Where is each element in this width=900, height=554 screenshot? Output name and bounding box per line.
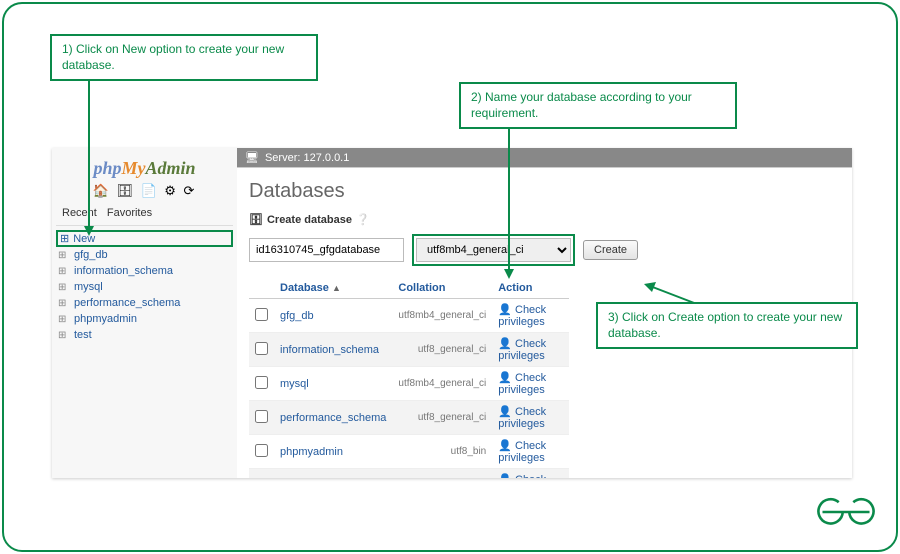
expander-icon[interactable]: ⊞ bbox=[58, 266, 70, 277]
table-row: mysqlutf8mb4_general_ci👤 Check privilege… bbox=[249, 367, 569, 401]
tree-new[interactable]: ⊞ New bbox=[56, 230, 233, 247]
help-icon[interactable]: ❔ bbox=[356, 213, 370, 226]
tree-item-mysql[interactable]: ⊞mysql bbox=[56, 279, 233, 295]
tree-item-information_schema[interactable]: ⊞information_schema bbox=[56, 263, 233, 279]
db-name-link[interactable]: information_schema bbox=[274, 333, 392, 367]
tree-item-gfg_db[interactable]: ⊞gfg_db bbox=[56, 247, 233, 263]
add-db-icon: 🗄 bbox=[249, 213, 263, 226]
tree-item-performance_schema[interactable]: ⊞performance_schema bbox=[56, 295, 233, 311]
expander-icon[interactable]: ⊞ bbox=[58, 282, 70, 293]
expander-icon[interactable]: ⊞ bbox=[58, 314, 70, 325]
server-label: Server: 127.0.0.1 bbox=[265, 152, 349, 164]
table-row: phpmyadminutf8_bin👤 Check privileges bbox=[249, 435, 569, 469]
callout-2-text: 2) Name your database according to your … bbox=[471, 90, 692, 120]
callout-1-text: 1) Click on New option to create your ne… bbox=[62, 42, 284, 72]
row-checkbox[interactable] bbox=[255, 478, 268, 479]
geeksforgeeks-logo bbox=[816, 495, 876, 538]
col-database[interactable]: Database ▲ bbox=[274, 278, 392, 299]
privileges-icon: 👤 bbox=[498, 338, 512, 350]
table-row: information_schemautf8_general_ci👤 Check… bbox=[249, 333, 569, 367]
db-name-link[interactable]: performance_schema bbox=[274, 401, 392, 435]
db-name-link[interactable]: mysql bbox=[274, 367, 392, 401]
favorites-tab[interactable]: Favorites bbox=[107, 207, 152, 219]
sidebar: phpMyAdmin 🏠 🗄 📄 ⚙ ⟳ Recent Favorites ⊞ … bbox=[52, 148, 237, 478]
database-table: Database ▲ Collation Action gfg_dbutf8mb… bbox=[249, 278, 569, 478]
row-checkbox[interactable] bbox=[255, 444, 268, 457]
row-checkbox[interactable] bbox=[255, 410, 268, 423]
recent-tab[interactable]: Recent bbox=[62, 207, 97, 219]
callout-step-3: 3) Click on Create option to create your… bbox=[596, 302, 858, 349]
privileges-icon: 👤 bbox=[498, 474, 512, 478]
create-db-form: utf8mb4_general_ci Create bbox=[249, 234, 840, 266]
tutorial-frame: 1) Click on New option to create your ne… bbox=[2, 2, 898, 552]
table-row: gfg_dbutf8mb4_general_ci👤 Check privileg… bbox=[249, 299, 569, 333]
server-icon: 🖥 bbox=[245, 151, 259, 164]
create-db-heading: 🗄 Create database ❔ bbox=[249, 213, 840, 226]
tree-item-test[interactable]: ⊞test bbox=[56, 327, 233, 343]
sort-asc-icon: ▲ bbox=[332, 283, 341, 293]
table-row: performance_schemautf8_general_ci👤 Check… bbox=[249, 401, 569, 435]
db-collation: utf8_general_ci bbox=[392, 401, 492, 435]
privileges-icon: 👤 bbox=[498, 372, 512, 384]
tree-item-phpmyadmin[interactable]: ⊞phpmyadmin bbox=[56, 311, 233, 327]
table-row: testlatin1_swedish_ci👤 Check privileges bbox=[249, 469, 569, 479]
tree-new-label: New bbox=[73, 233, 95, 245]
row-checkbox[interactable] bbox=[255, 342, 268, 355]
create-button[interactable]: Create bbox=[583, 240, 638, 260]
row-checkbox[interactable] bbox=[255, 376, 268, 389]
new-tree-icon: ⊞ bbox=[60, 232, 69, 245]
expander-icon[interactable]: ⊞ bbox=[58, 298, 70, 309]
db-collation: utf8mb4_general_ci bbox=[392, 367, 492, 401]
callout-3-text: 3) Click on Create option to create your… bbox=[608, 310, 842, 340]
col-action: Action bbox=[492, 278, 569, 299]
col-collation[interactable]: Collation bbox=[392, 278, 492, 299]
collation-select[interactable]: utf8mb4_general_ci bbox=[416, 238, 571, 262]
callout-step-1: 1) Click on New option to create your ne… bbox=[50, 34, 318, 81]
page-title: Databases bbox=[249, 180, 840, 203]
db-collation: utf8mb4_general_ci bbox=[392, 299, 492, 333]
db-collation: latin1_swedish_ci bbox=[392, 469, 492, 479]
callout-step-2: 2) Name your database according to your … bbox=[459, 82, 737, 129]
db-collation: utf8_general_ci bbox=[392, 333, 492, 367]
privileges-icon: 👤 bbox=[498, 440, 512, 452]
db-name-link[interactable]: test bbox=[274, 469, 392, 479]
db-name-input[interactable] bbox=[249, 238, 404, 262]
row-checkbox[interactable] bbox=[255, 308, 268, 321]
db-name-link[interactable]: phpmyadmin bbox=[274, 435, 392, 469]
privileges-icon: 👤 bbox=[498, 406, 512, 418]
server-breadcrumb[interactable]: 🖥 Server: 127.0.0.1 bbox=[237, 148, 852, 167]
db-collation: utf8_bin bbox=[392, 435, 492, 469]
expander-icon[interactable]: ⊞ bbox=[58, 250, 70, 261]
phpmyadmin-logo: phpMyAdmin bbox=[56, 154, 233, 181]
expander-icon[interactable]: ⊞ bbox=[58, 330, 70, 341]
db-name-link[interactable]: gfg_db bbox=[274, 299, 392, 333]
sidebar-toolbar[interactable]: 🏠 🗄 📄 ⚙ ⟳ bbox=[56, 181, 233, 205]
privileges-icon: 👤 bbox=[498, 304, 512, 316]
collation-highlight: utf8mb4_general_ci bbox=[412, 234, 575, 266]
recent-favorites: Recent Favorites bbox=[56, 205, 233, 226]
